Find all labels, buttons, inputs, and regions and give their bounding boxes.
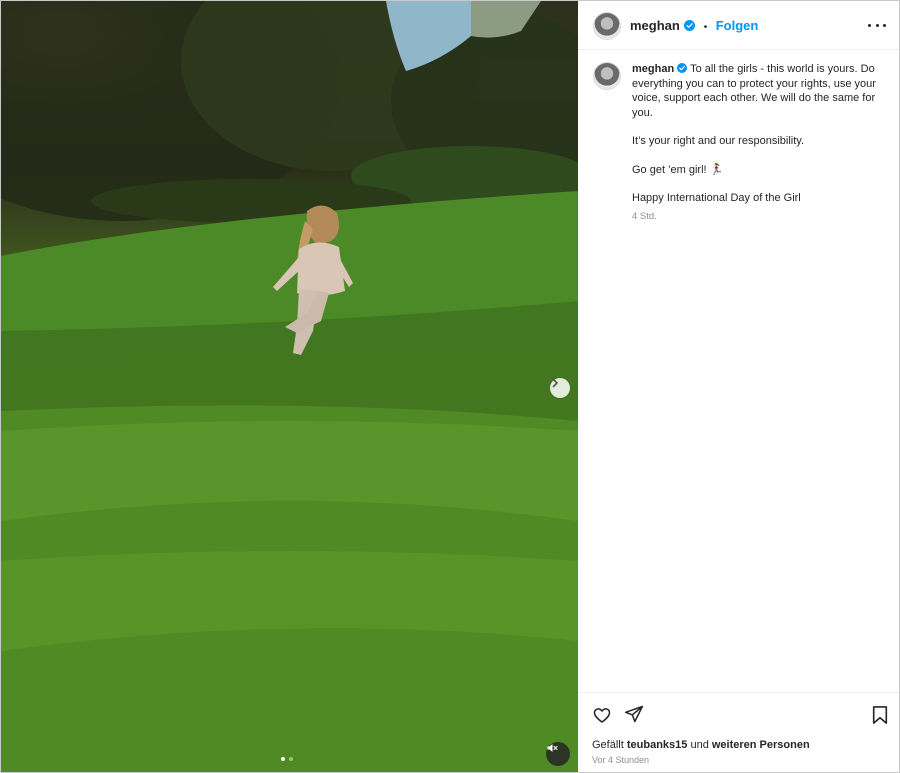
header-separator: • [703,22,708,33]
bookmark-icon[interactable] [871,705,889,725]
caption-timestamp[interactable]: 4 Std. [632,210,890,225]
likes-others-link[interactable]: weiteren Personen [712,739,810,751]
post-time-ago[interactable]: Vor 4 Stunden [592,755,649,765]
likes-conjunction: und [690,739,709,751]
follow-button[interactable]: Folgen [716,18,759,33]
mute-icon [547,744,558,752]
video-frame-scene [1,1,578,772]
verified-badge-icon [677,63,688,73]
verified-badge-icon [684,20,696,31]
carousel-dot [289,757,293,761]
caption-paragraph: Happy International Day of the Girl [632,192,801,204]
heart-icon[interactable] [592,705,612,725]
carousel-indicator [281,757,293,761]
post-media-video[interactable] [1,1,578,772]
next-media-button[interactable] [550,378,570,398]
mute-toggle-button[interactable] [546,742,570,766]
post-caption: meghan To all the girls - this world is … [632,62,890,224]
post-side-panel: meghan • Folgen meghan To all the girls … [578,1,899,772]
post-header: meghan • Folgen [578,1,899,50]
caption-username[interactable]: meghan [632,63,674,75]
caption-author-avatar[interactable] [593,62,621,90]
carousel-dot-active [281,757,285,761]
caption-paragraph: Go get ’em girl! 🏃‍♀️ [632,163,724,176]
chevron-right-icon [552,378,558,388]
author-avatar[interactable] [593,12,621,40]
author-username[interactable]: meghan [630,18,680,33]
caption-paragraph: It’s your right and our responsibility. [632,135,805,147]
more-options-icon[interactable] [868,16,886,34]
likes-summary: Gefällt teubanks15 und weiteren Personen [592,739,810,751]
share-icon[interactable] [624,704,644,724]
likes-user-link[interactable]: teubanks15 [627,739,688,751]
likes-prefix: Gefällt [592,739,624,751]
post-actions-footer: Gefällt teubanks15 und weiteren Personen… [578,692,899,772]
post-modal: meghan • Folgen meghan To all the girls … [0,0,900,773]
